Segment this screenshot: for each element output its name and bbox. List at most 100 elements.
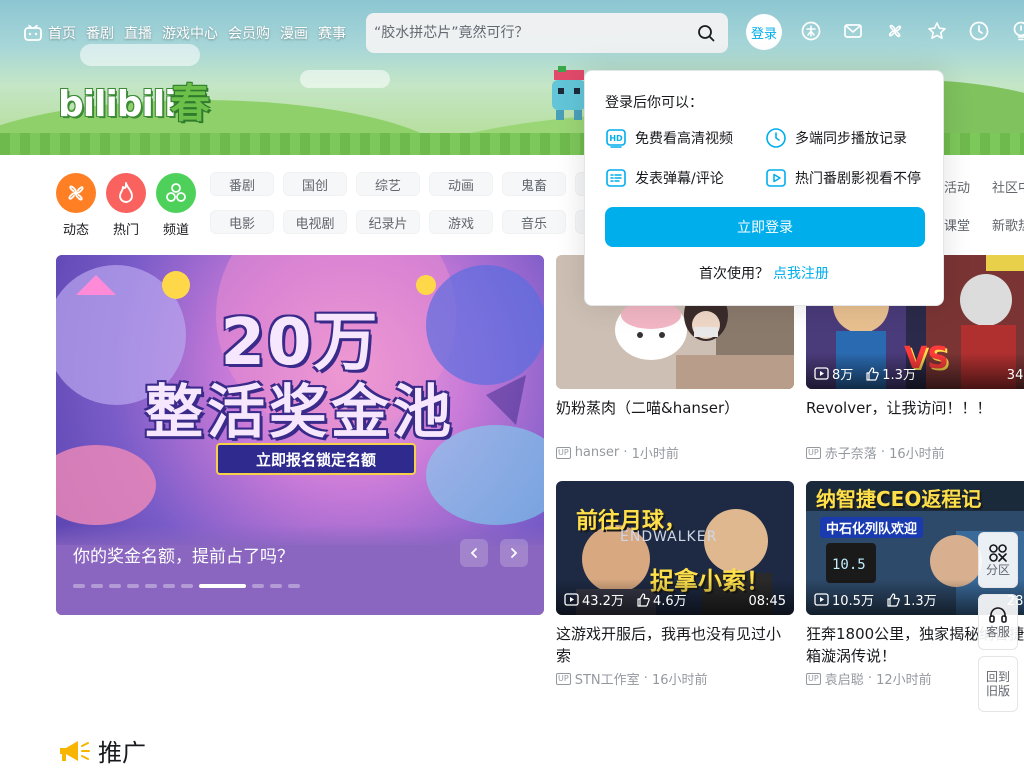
customer-service-label: 客服	[985, 625, 1010, 639]
carousel-artwork: 20万 整活奖金池 立即报名锁定名额	[56, 255, 544, 545]
link-classroom[interactable]: 课堂	[944, 215, 970, 234]
perk-bangumi-label: 热门番剧影视看不停	[795, 171, 921, 187]
channel-dynamic-button[interactable]	[56, 173, 96, 213]
carousel-dot[interactable]	[270, 584, 282, 588]
channel-channels-button[interactable]	[156, 173, 196, 213]
like-count: 4.6万	[636, 590, 687, 609]
search-input[interactable]	[374, 17, 690, 49]
carousel-prev-button[interactable]	[460, 539, 488, 567]
chip-movie[interactable]: 电影	[210, 210, 274, 234]
bilibili-logo[interactable]: bilibili 春	[58, 78, 218, 134]
view-count: 43.2万	[564, 590, 624, 609]
carousel-dot[interactable]	[181, 584, 193, 588]
nav-manga[interactable]: 漫画	[280, 23, 308, 43]
clover-icon	[166, 183, 186, 202]
link-activity[interactable]: 活动	[944, 177, 970, 196]
video-title[interactable]: 这游戏开服后，我再也没有见过小索	[556, 623, 794, 667]
register-link[interactable]: 点我注册	[773, 266, 829, 282]
meta-separator: ·	[863, 671, 877, 686]
nav-esports[interactable]: 赛事	[318, 23, 346, 43]
vip-icon[interactable]	[800, 20, 822, 42]
link-community[interactable]: 社区中心	[992, 177, 1024, 196]
chip-bangumi[interactable]: 番剧	[210, 172, 274, 196]
nav-bangumi[interactable]: 番剧	[86, 23, 114, 43]
chip-kichiku[interactable]: 鬼畜	[502, 172, 566, 196]
hero-carousel[interactable]: 20万 整活奖金池 立即报名锁定名额 你的奖金名额，提前占了吗？	[56, 255, 544, 615]
chevron-left-icon	[470, 548, 477, 558]
view-count-text: 8万	[832, 368, 854, 383]
customer-service-button[interactable]: 客服	[978, 594, 1018, 650]
chip-tv-series[interactable]: 电视剧	[283, 210, 347, 234]
chip-animation[interactable]: 动画	[429, 172, 493, 196]
thumbs-up-icon	[887, 592, 900, 607]
partition-button[interactable]: 分区	[978, 532, 1018, 588]
carousel-dot[interactable]	[91, 584, 103, 588]
video-stats: 43.2万 4.6万 08:45	[556, 579, 794, 615]
creative-center-icon[interactable]	[1010, 20, 1024, 42]
dynamic-icon[interactable]	[884, 20, 906, 42]
link-new-songs[interactable]: 新歌热榜	[992, 215, 1024, 234]
channel-dynamic-label: 动态	[62, 223, 89, 238]
popover-title: 登录后你可以：	[605, 95, 703, 111]
up-badge-icon: UP	[556, 672, 571, 685]
view-count-text: 43.2万	[582, 594, 624, 609]
carousel-dot[interactable]	[109, 584, 121, 588]
meta-separator: ·	[876, 445, 890, 460]
banner-cloud	[300, 70, 390, 88]
video-author: 袁启聪	[824, 673, 864, 688]
carousel-dot[interactable]	[127, 584, 139, 588]
chip-game[interactable]: 游戏	[429, 210, 493, 234]
search-button[interactable]	[690, 17, 722, 49]
login-avatar-button[interactable]: 登录	[746, 14, 782, 50]
history-icon[interactable]	[968, 20, 990, 42]
carousel-dot[interactable]	[73, 584, 85, 588]
chip-music[interactable]: 音乐	[502, 210, 566, 234]
carousel-next-button[interactable]	[500, 539, 528, 567]
favorites-icon[interactable]	[926, 20, 948, 42]
nav-home[interactable]: 首页	[24, 23, 76, 43]
chip-variety[interactable]: 综艺	[356, 172, 420, 196]
header-right-icons	[800, 20, 1024, 42]
view-count: 10.5万	[814, 590, 874, 609]
carousel-caption[interactable]: 你的奖金名额，提前占了吗？	[73, 542, 294, 567]
back-old-line-2: 旧版	[985, 684, 1010, 698]
nav-home-label: 首页	[48, 26, 76, 42]
login-now-button[interactable]: 立即登录	[605, 207, 925, 247]
video-author: hanser	[574, 445, 620, 460]
video-title[interactable]: 奶粉蒸肉（二喵&hanser）	[556, 397, 794, 441]
video-time: 16小时前	[652, 673, 708, 688]
video-meta[interactable]: UP hanser · 1小时前	[556, 443, 794, 462]
nav-mall[interactable]: 会员购	[228, 23, 270, 43]
chip-guochuang[interactable]: 国创	[283, 172, 347, 196]
carousel-dot[interactable]	[163, 584, 175, 588]
message-icon[interactable]	[842, 20, 864, 42]
video-meta[interactable]: UP 赤子奈落 · 16小时前	[806, 443, 1024, 462]
channel-channels-label: 频道	[162, 223, 189, 238]
chip-documentary[interactable]: 纪录片	[356, 210, 420, 234]
video-card[interactable]: 前往月球， ENDWALKER 捉拿小索！ 43.2万 4.6万 08:45 这…	[556, 481, 794, 688]
carousel-dot[interactable]	[288, 584, 300, 588]
nav-live[interactable]: 直播	[124, 23, 152, 43]
video-duration: 08:45	[748, 594, 786, 609]
channel-hot-button[interactable]	[106, 173, 146, 213]
chevron-right-icon	[511, 548, 518, 558]
back-to-old-version-button[interactable]: 回到 旧版	[978, 656, 1018, 712]
nav-game-center[interactable]: 游戏中心	[162, 23, 218, 43]
meta-separator: ·	[639, 671, 653, 686]
logo-wordmark: bilibili	[58, 84, 177, 125]
carousel-dot[interactable]	[252, 584, 264, 588]
partition-label: 分区	[985, 563, 1010, 577]
like-count-text: 4.6万	[652, 594, 687, 609]
video-thumbnail[interactable]: 前往月球， ENDWALKER 捉拿小索！ 43.2万 4.6万 08:45	[556, 481, 794, 615]
bilibili-home: bilibili 春 首页 番剧 直播 游戏中心 会员购 漫画 赛事 “胶水拼芯…	[0, 0, 1024, 768]
play-count-icon	[814, 593, 829, 606]
back-old-line-1: 回到	[985, 670, 1010, 684]
thumbnail-gauge-text: 10.5	[832, 557, 866, 573]
video-title[interactable]: Revolver，让我访问！！！	[806, 397, 1024, 441]
video-meta[interactable]: UP STN工作室 · 16小时前	[556, 669, 794, 688]
section-title: 推广	[98, 739, 146, 767]
thumbnail-sub-text: ENDWALKER	[620, 529, 718, 545]
carousel-dot[interactable]	[199, 584, 246, 588]
video-time: 1小时前	[631, 447, 679, 462]
carousel-dot[interactable]	[145, 584, 157, 588]
